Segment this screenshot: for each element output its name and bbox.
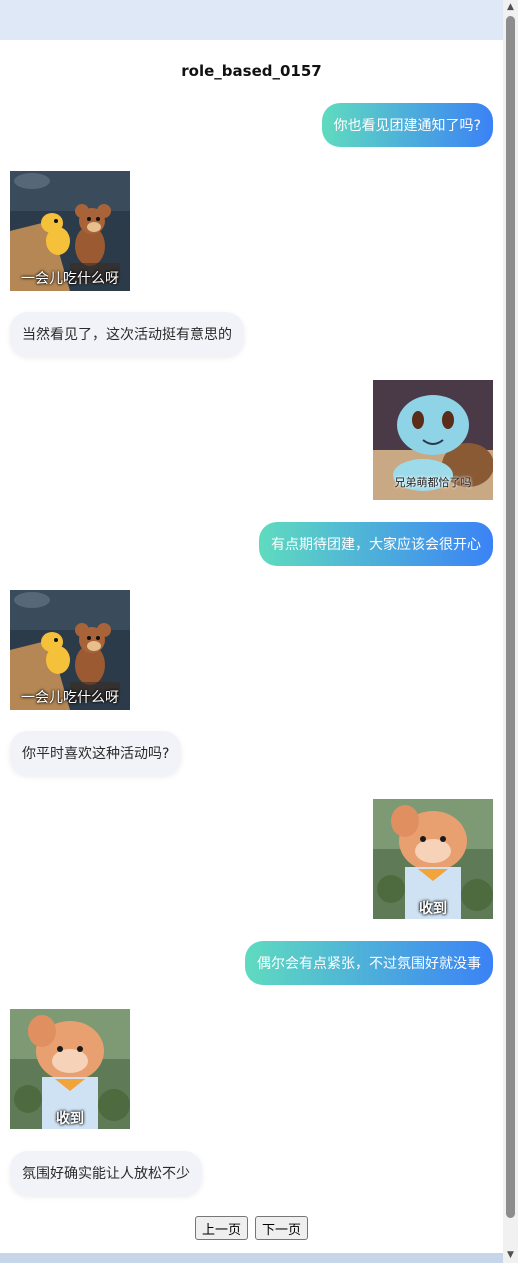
sticker-image: 一会儿吃什么呀 <box>10 171 130 291</box>
sticker-image: 一会儿吃什么呀 <box>10 590 130 710</box>
sticker-caption: 一会儿吃什么呀 <box>21 271 119 287</box>
message-text: 当然看见了，这次活动挺有意思的 <box>22 327 232 343</box>
top-banner <box>0 0 503 40</box>
message-bubble-partner: 你平时喜欢这种活动吗? <box>10 731 182 775</box>
scrollbar-thumb[interactable] <box>506 16 515 1218</box>
scroll-up-icon[interactable]: ▲ <box>503 0 518 15</box>
message-text: 偶尔会有点紧张，不过氛围好就没事 <box>257 956 481 972</box>
page-title: role_based_0157 <box>181 62 322 80</box>
message-bubble-user: 有点期待团建，大家应该会很开心 <box>259 522 493 566</box>
pagination: 上一页 下一页 <box>0 1216 503 1240</box>
sticker-caption: 一会儿吃什么呀 <box>21 690 119 706</box>
message-text: 氛围好确实能让人放松不少 <box>22 1166 190 1182</box>
message-text: 你平时喜欢这种活动吗? <box>22 746 170 762</box>
scroll-down-icon[interactable]: ▼ <box>503 1248 518 1263</box>
sticker-caption: 收到 <box>419 901 447 917</box>
sticker-caption: 收到 <box>56 1111 84 1127</box>
message-bubble-partner: 当然看见了，这次活动挺有意思的 <box>10 312 244 356</box>
message-bubble-user: 你也看见团建通知了吗? <box>321 103 493 147</box>
sticker-image: 收到 <box>10 1009 130 1129</box>
message-text: 有点期待团建，大家应该会很开心 <box>271 537 481 553</box>
message-bubble-user: 偶尔会有点紧张，不过氛围好就没事 <box>245 941 493 985</box>
message-bubble-partner: 氛围好确实能让人放松不少 <box>10 1151 202 1195</box>
sticker-image: 收到 <box>373 799 493 919</box>
sticker-caption: 兄弟萌都恰了吗 <box>394 476 472 489</box>
next-page-button[interactable]: 下一页 <box>255 1216 309 1240</box>
vertical-scrollbar[interactable]: ▲ ▼ <box>503 0 518 1263</box>
prev-page-button[interactable]: 上一页 <box>194 1216 248 1240</box>
bottom-banner <box>0 1253 503 1263</box>
sticker-image: 兄弟萌都恰了吗 <box>373 380 493 500</box>
chat-page: role_based_0157 你也看见团建通知了吗? 一会儿吃什么呀 当然看见… <box>0 40 503 1253</box>
message-text: 你也看见团建通知了吗? <box>333 118 481 134</box>
